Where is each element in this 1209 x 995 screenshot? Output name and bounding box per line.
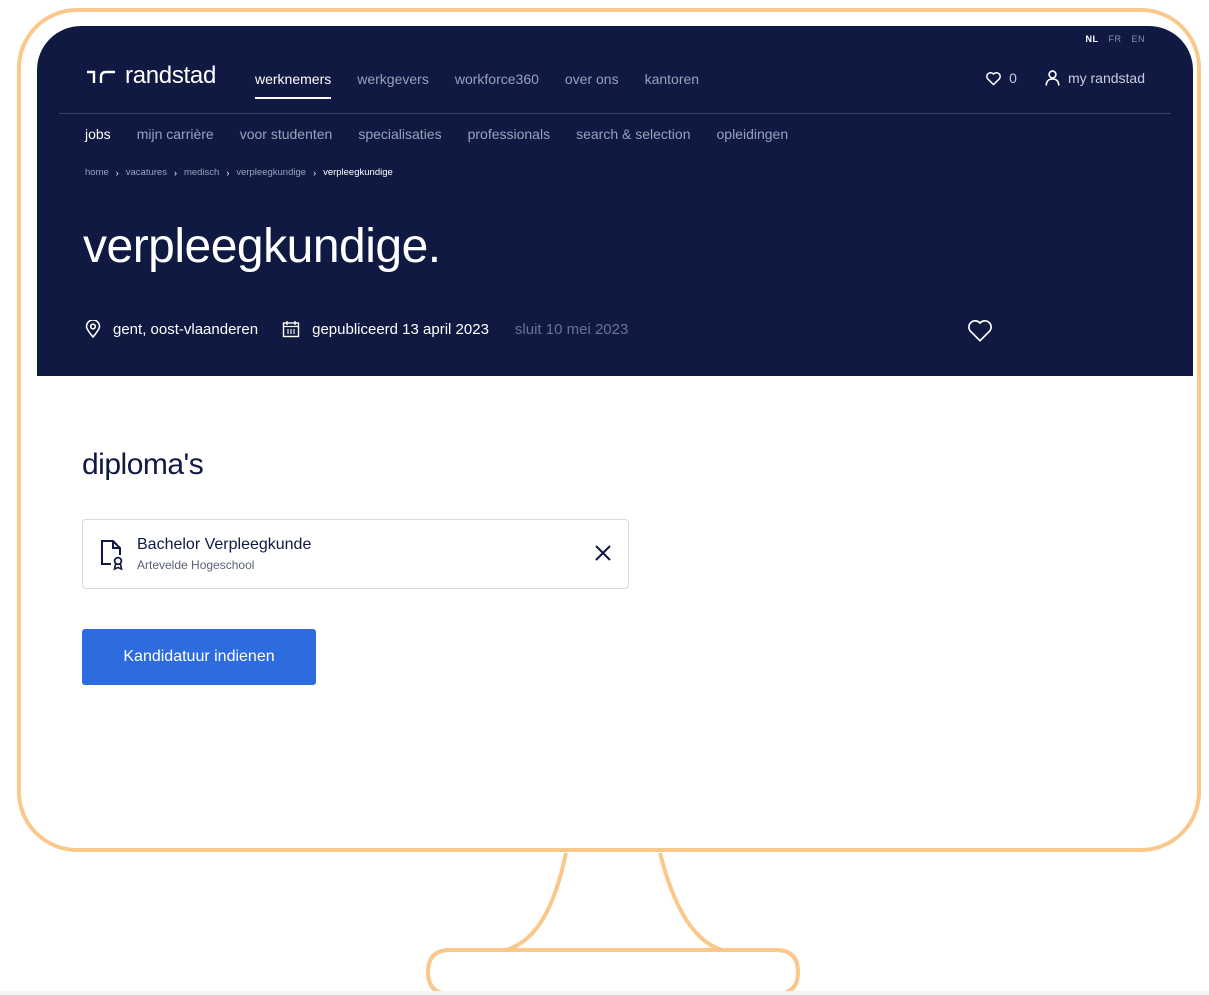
brand-logo[interactable]: randstad — [85, 62, 216, 90]
header-divider — [59, 113, 1171, 114]
brand-name: randstad — [125, 62, 216, 89]
lang-fr[interactable]: FR — [1108, 34, 1121, 44]
header-actions: 0 my randstad — [985, 70, 1145, 86]
nav-item-werkgevers[interactable]: werkgevers — [357, 71, 429, 99]
subnav-item-mijn-carriere[interactable]: mijn carrière — [137, 126, 214, 142]
save-job-heart-icon[interactable] — [966, 318, 994, 343]
my-randstad-link[interactable]: my randstad — [1045, 70, 1145, 86]
breadcrumb-current: verpleegkundige — [323, 167, 393, 178]
favorites-link[interactable]: 0 — [985, 70, 1017, 86]
subnav-item-professionals[interactable]: professionals — [468, 126, 551, 142]
breadcrumb-medisch[interactable]: medisch — [184, 167, 219, 178]
chevron-right-icon: › — [313, 167, 317, 178]
breadcrumb: home › vacatures › medisch › verpleegkun… — [85, 167, 393, 178]
nav-item-over-ons[interactable]: over ons — [565, 71, 619, 99]
monitor-frame: NL FR EN randstad werknemers werkgevers … — [17, 8, 1201, 852]
chevron-right-icon: › — [173, 167, 177, 178]
diploma-school: Artevelde Hogeschool — [137, 558, 255, 572]
subnav-item-jobs[interactable]: jobs — [85, 126, 111, 142]
subnav-item-opleidingen[interactable]: opleidingen — [717, 126, 789, 142]
nav-item-kantoren[interactable]: kantoren — [645, 71, 699, 99]
heart-icon — [986, 71, 1002, 85]
floor-line — [0, 991, 1209, 995]
diploma-name: Bachelor Verpleegkunde — [137, 536, 312, 553]
job-location-text: gent, oost-vlaanderen — [113, 320, 259, 338]
page-header: NL FR EN randstad werknemers werkgevers … — [37, 26, 1193, 376]
job-published: gepubliceerd 13 april 2023 — [282, 320, 489, 338]
chevron-right-icon: › — [115, 167, 119, 178]
job-meta: gent, oost-vlaanderen gepubliceerd 13 ap… — [85, 320, 628, 338]
subnav-item-specialisaties[interactable]: specialisaties — [358, 126, 441, 142]
lang-en[interactable]: EN — [1131, 34, 1145, 44]
main-nav: werknemers werkgevers workforce360 over … — [255, 71, 725, 99]
apply-button[interactable]: Kandidatuur indienen — [82, 629, 316, 685]
certificate-icon — [101, 540, 123, 571]
nav-item-workforce360[interactable]: workforce360 — [455, 71, 539, 99]
subnav-item-search-selection[interactable]: search & selection — [576, 126, 690, 142]
subnav-item-voor-studenten[interactable]: voor studenten — [240, 126, 333, 142]
location-pin-icon — [85, 320, 101, 338]
job-closing-date: sluit 10 mei 2023 — [514, 320, 629, 338]
close-icon[interactable] — [594, 544, 612, 562]
job-published-text: gepubliceerd 13 april 2023 — [312, 320, 489, 338]
user-icon — [1045, 70, 1060, 86]
favorites-count: 0 — [1009, 70, 1017, 86]
calendar-icon — [282, 321, 300, 338]
language-switcher: NL FR EN — [1078, 34, 1145, 44]
randstad-logo-icon — [87, 70, 115, 83]
breadcrumb-vacatures[interactable]: vacatures — [126, 167, 167, 178]
job-title: verpleegkundige. — [83, 220, 441, 273]
lang-nl[interactable]: NL — [1085, 34, 1098, 44]
diplomas-heading: diploma's — [82, 448, 204, 481]
nav-item-werknemers[interactable]: werknemers — [255, 71, 332, 99]
my-randstad-label: my randstad — [1067, 70, 1145, 86]
sub-nav: jobs mijn carrière voor studenten specia… — [85, 126, 814, 142]
chevron-right-icon: › — [226, 167, 230, 178]
diploma-card: Bachelor Verpleegkunde Artevelde Hogesch… — [82, 519, 629, 589]
breadcrumb-home[interactable]: home — [85, 167, 109, 178]
job-location: gent, oost-vlaanderen — [85, 320, 258, 338]
breadcrumb-verpleegkundige[interactable]: verpleegkundige — [236, 167, 306, 178]
